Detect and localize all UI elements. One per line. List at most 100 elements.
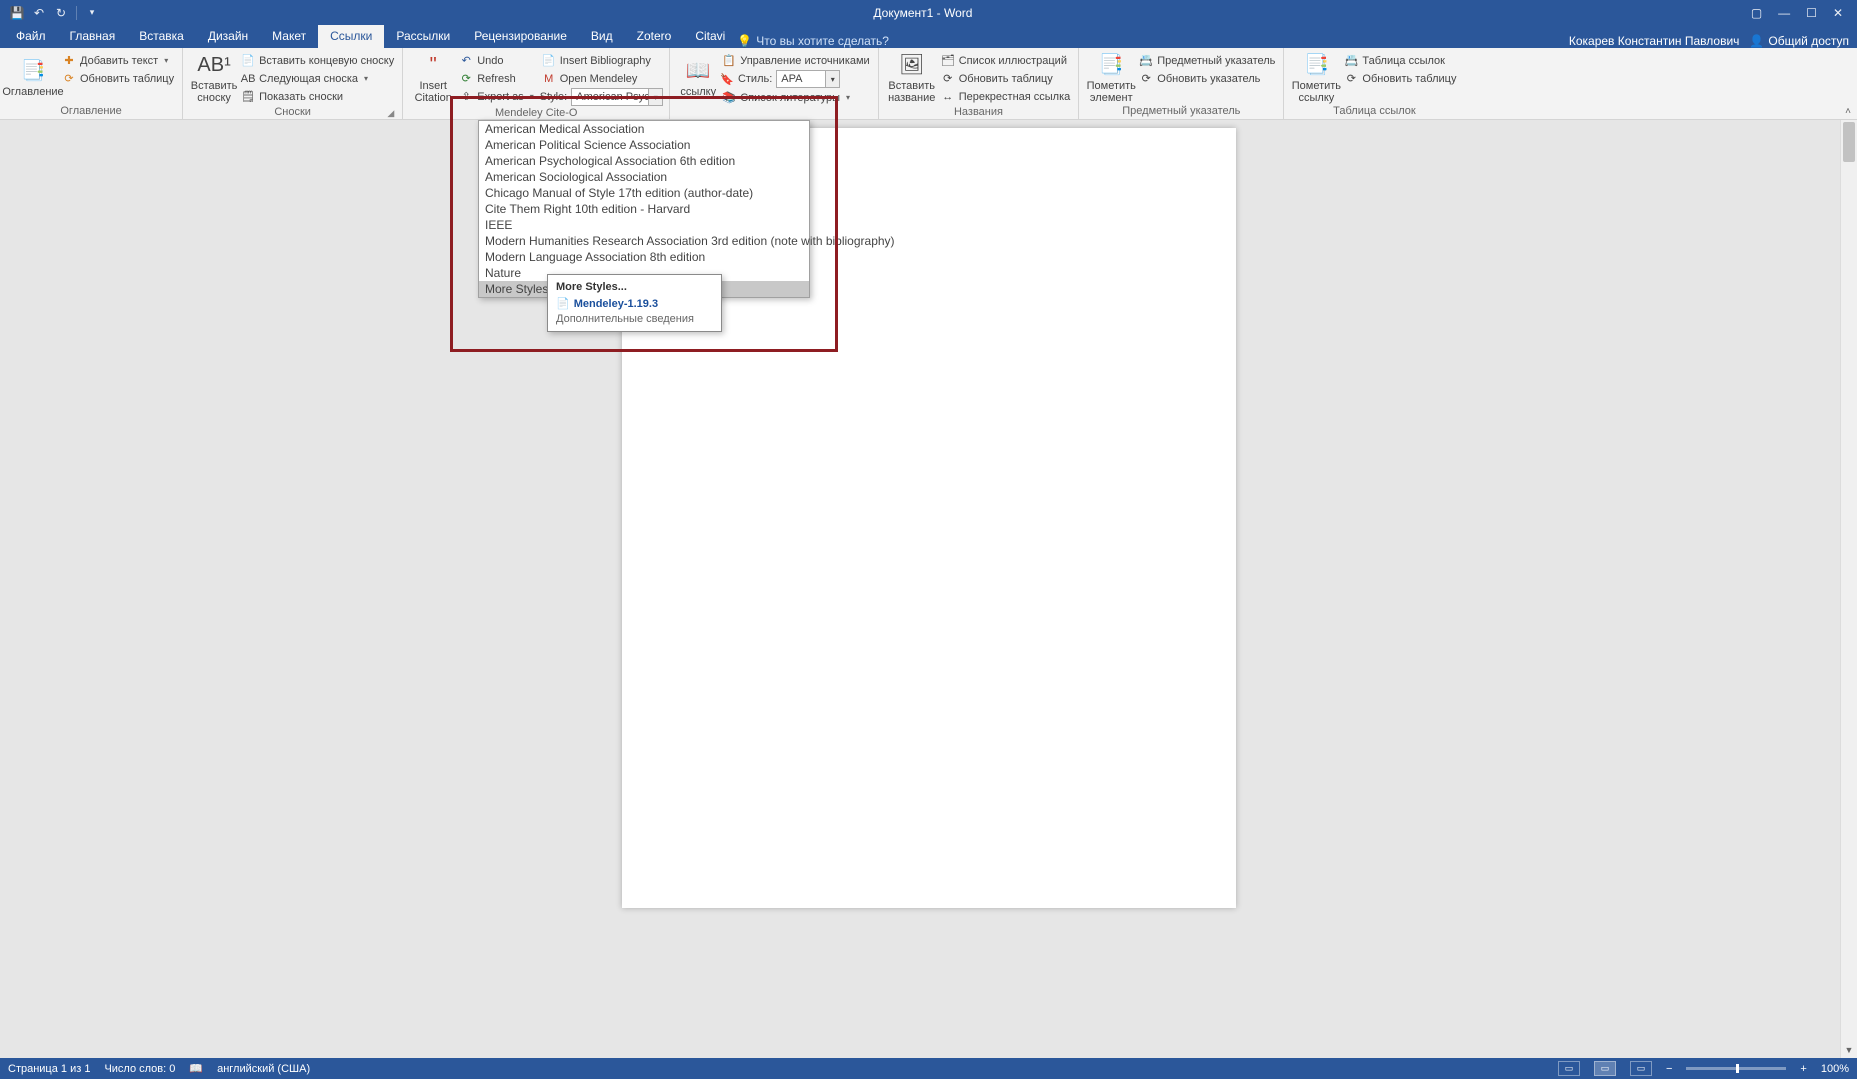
mendeley-citation-icon: " <box>419 51 447 79</box>
status-language[interactable]: английский (США) <box>217 1063 310 1075</box>
vertical-scrollbar[interactable]: ▲ ▼ <box>1840 120 1857 1058</box>
tab-insert[interactable]: Вставка <box>127 25 196 48</box>
mendeley-undo-button[interactable]: ↶Undo <box>457 52 535 69</box>
insert-citation-button[interactable]: " Insert Citation <box>409 50 457 104</box>
titlebar: 💾 ↶ ↻ ▾ Документ1 - Word ▢ — ☐ ✕ <box>0 0 1857 25</box>
mendeley-icon: M <box>542 72 556 86</box>
zoom-in-button[interactable]: + <box>1800 1063 1806 1075</box>
style-option[interactable]: Chicago Manual of Style 17th edition (au… <box>479 185 809 201</box>
tooltip-program: 📄 Mendeley-1.19.3 <box>556 297 713 310</box>
chevron-down-icon-2[interactable]: ▾ <box>825 71 839 87</box>
next-footnote-button[interactable]: ABСледующая сноска <box>239 70 396 87</box>
style-option[interactable]: American Medical Association <box>479 121 809 137</box>
bibliography-button[interactable]: 📚Список литературы <box>720 89 871 106</box>
tab-references[interactable]: Ссылки <box>318 25 384 48</box>
style-option[interactable]: IEEE <box>479 217 809 233</box>
style-option[interactable]: Modern Language Association 8th edition <box>479 249 809 265</box>
style-option[interactable]: American Psychological Association 6th e… <box>479 153 809 169</box>
insert-endnote-button[interactable]: 📄Вставить концевую сноску <box>239 52 396 69</box>
view-read-mode[interactable]: ▭ <box>1558 1061 1580 1076</box>
mendeley-export-button[interactable]: ⇪Export as <box>457 88 535 105</box>
show-notes-button[interactable]: 🗒Показать сноски <box>239 88 396 105</box>
save-icon[interactable]: 💾 <box>10 6 24 20</box>
update-toc-button[interactable]: ⟳Обновить таблицу <box>60 70 176 87</box>
update-authorities-button[interactable]: ⟳Обновить таблицу <box>1342 70 1458 87</box>
zoom-slider[interactable] <box>1686 1067 1786 1070</box>
mark-entry-button[interactable]: 📑 Пометить элемент <box>1085 50 1137 104</box>
proofing-icon[interactable]: 📖 <box>189 1062 203 1075</box>
maximize-icon[interactable]: ☐ <box>1806 6 1817 20</box>
share-button[interactable]: 👤 Общий доступ <box>1749 34 1849 48</box>
add-text-icon: ✚ <box>62 54 76 68</box>
zoom-knob[interactable] <box>1736 1064 1739 1073</box>
tell-me[interactable]: 💡 Что вы хотите сделать? <box>737 34 889 48</box>
insert-caption-button[interactable]: 🖼 Вставить название <box>885 50 939 104</box>
figures-icon: 🗂 <box>941 54 955 68</box>
open-mendeley-button[interactable]: MOpen Mendeley <box>540 70 664 87</box>
manage-sources-icon: 📋 <box>722 54 736 68</box>
group-toc: 📑 Оглавление ✚Добавить текст ⟳Обновить т… <box>0 48 183 119</box>
insert-bibliography-button[interactable]: 📄Insert Bibliography <box>540 52 664 69</box>
tab-file[interactable]: Файл <box>4 25 58 48</box>
tab-citavi[interactable]: Citavi <box>683 25 737 48</box>
zoom-level[interactable]: 100% <box>1821 1063 1849 1075</box>
chevron-down-icon[interactable]: ▾ <box>648 89 662 105</box>
add-text-button[interactable]: ✚Добавить текст <box>60 52 176 69</box>
lightbulb-icon: 💡 <box>737 34 752 48</box>
quick-access-toolbar: 💾 ↶ ↻ ▾ <box>0 6 109 20</box>
style-option[interactable]: American Political Science Association <box>479 137 809 153</box>
scroll-thumb[interactable] <box>1843 122 1855 162</box>
collapse-ribbon-button[interactable]: ˄ <box>1845 106 1851 117</box>
group-label-authorities: Таблица ссылок <box>1333 105 1416 117</box>
share-icon: 👤 <box>1749 34 1764 48</box>
style-option[interactable]: Modern Humanities Research Association 3… <box>479 233 809 249</box>
tab-review[interactable]: Рецензирование <box>462 25 579 48</box>
mendeley-style-label: Style: <box>540 91 568 103</box>
group-label-mendeley: Mendeley Cite-O <box>495 107 578 119</box>
undo-icon[interactable]: ↶ <box>32 6 46 20</box>
toc-button[interactable]: 📑 Оглавление <box>6 50 60 104</box>
tab-zotero[interactable]: Zotero <box>625 25 684 48</box>
insert-citation-builtin-button[interactable]: 📖 ссылку <box>676 50 720 104</box>
style-option[interactable]: Cite Them Right 10th edition - Harvard <box>479 201 809 217</box>
mendeley-refresh-button[interactable]: ⟳Refresh <box>457 70 535 87</box>
footnotes-launcher[interactable]: ◢ <box>387 106 394 121</box>
status-words[interactable]: Число слов: 0 <box>104 1063 175 1075</box>
style-option[interactable]: American Sociological Association <box>479 169 809 185</box>
scroll-down-icon[interactable]: ▼ <box>1841 1041 1857 1058</box>
update-index-button[interactable]: ⟳Обновить указатель <box>1137 70 1277 87</box>
redo-icon[interactable]: ↻ <box>54 6 68 20</box>
close-icon[interactable]: ✕ <box>1833 6 1843 20</box>
user-name[interactable]: Кокарев Константин Павлович <box>1569 34 1740 48</box>
update-authorities-icon: ⟳ <box>1344 72 1358 86</box>
toc-label: Оглавление <box>2 86 63 98</box>
cross-reference-button[interactable]: ↔Перекрестная ссылка <box>939 88 1073 105</box>
tab-design[interactable]: Дизайн <box>196 25 260 48</box>
mendeley-style-dropdown[interactable]: American Medical Association American Po… <box>478 120 810 298</box>
view-print-layout[interactable]: ▭ <box>1594 1061 1616 1076</box>
footnote-icon: AB¹ <box>200 51 228 79</box>
minimize-icon[interactable]: — <box>1778 6 1790 20</box>
zoom-out-button[interactable]: − <box>1666 1063 1672 1075</box>
customize-qat-icon[interactable]: ▾ <box>85 6 99 20</box>
tab-view[interactable]: Вид <box>579 25 625 48</box>
tab-mailings[interactable]: Рассылки <box>384 25 462 48</box>
ribbon-display-options-icon[interactable]: ▢ <box>1751 6 1762 20</box>
view-web-layout[interactable]: ▭ <box>1630 1061 1652 1076</box>
insert-footnote-button[interactable]: AB¹ Вставить сноску <box>189 50 239 104</box>
list-figures-button[interactable]: 🗂Список иллюстраций <box>939 52 1073 69</box>
manage-sources-button[interactable]: 📋Управление источниками <box>720 52 871 69</box>
update-figures-button[interactable]: ⟳Обновить таблицу <box>939 70 1073 87</box>
insert-index-button[interactable]: 📇Предметный указатель <box>1137 52 1277 69</box>
mark-citation-button[interactable]: 📑 Пометить ссылку <box>1290 50 1342 104</box>
mendeley-style-combo[interactable]: American Psych... ▾ <box>571 88 663 106</box>
style-combo[interactable]: APA ▾ <box>776 70 840 88</box>
tab-home[interactable]: Главная <box>58 25 128 48</box>
index-icon: 📇 <box>1139 54 1153 68</box>
update-figures-icon: ⟳ <box>941 72 955 86</box>
tab-layout[interactable]: Макет <box>260 25 318 48</box>
group-label-footnotes: Сноски <box>274 106 311 118</box>
status-page[interactable]: Страница 1 из 1 <box>8 1063 90 1075</box>
insert-authorities-button[interactable]: 📇Таблица ссылок <box>1342 52 1458 69</box>
insert-citation-builtin-label: ссылку <box>680 86 716 98</box>
